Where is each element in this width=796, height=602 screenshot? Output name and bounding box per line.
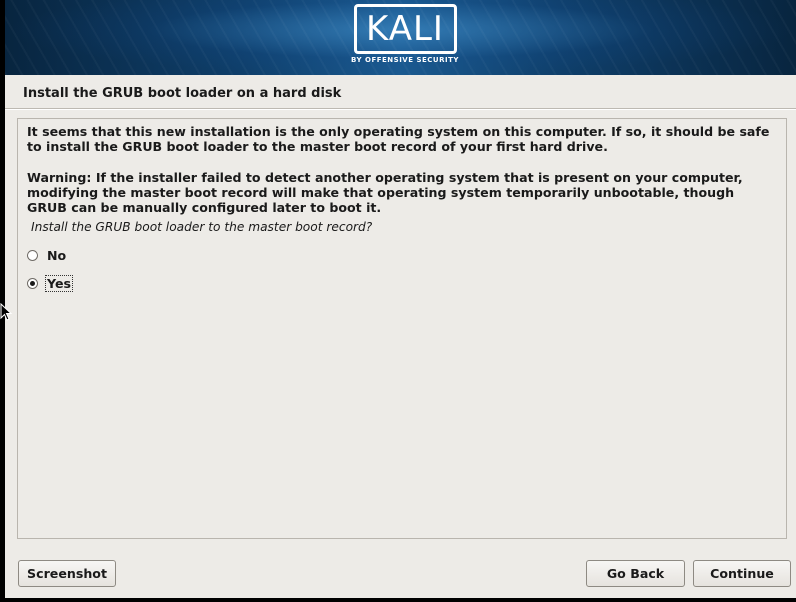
warning-paragraph: Warning: If the installer failed to dete… [27, 170, 743, 215]
radio-no[interactable] [27, 249, 38, 261]
info-paragraph: It seems that this new installation is t… [27, 124, 770, 154]
option-no[interactable]: No [27, 245, 67, 265]
option-yes-label[interactable]: Yes [44, 274, 74, 292]
logo-subtitle: BY OFFENSIVE SECURITY [351, 56, 459, 64]
content-panel: It seems that this new installation is t… [17, 118, 787, 539]
mouse-pointer-icon [0, 303, 13, 321]
option-yes[interactable]: Yes [27, 273, 74, 293]
screenshot-button[interactable]: Screenshot [18, 560, 116, 587]
go-back-button[interactable]: Go Back [586, 560, 685, 587]
logo-text: KALI [353, 4, 457, 54]
page-title: Install the GRUB boot loader on a hard d… [23, 86, 342, 101]
kali-logo: KALI BY OFFENSIVE SECURITY [350, 4, 460, 72]
header-banner: KALI BY OFFENSIVE SECURITY [5, 0, 796, 75]
option-no-label[interactable]: No [46, 248, 67, 263]
header-divider [5, 108, 796, 110]
installer-window: KALI BY OFFENSIVE SECURITY Install the G… [5, 0, 796, 598]
continue-button[interactable]: Continue [693, 560, 791, 587]
question-text: Install the GRUB boot loader to the mast… [31, 220, 373, 234]
radio-yes[interactable] [27, 277, 38, 289]
